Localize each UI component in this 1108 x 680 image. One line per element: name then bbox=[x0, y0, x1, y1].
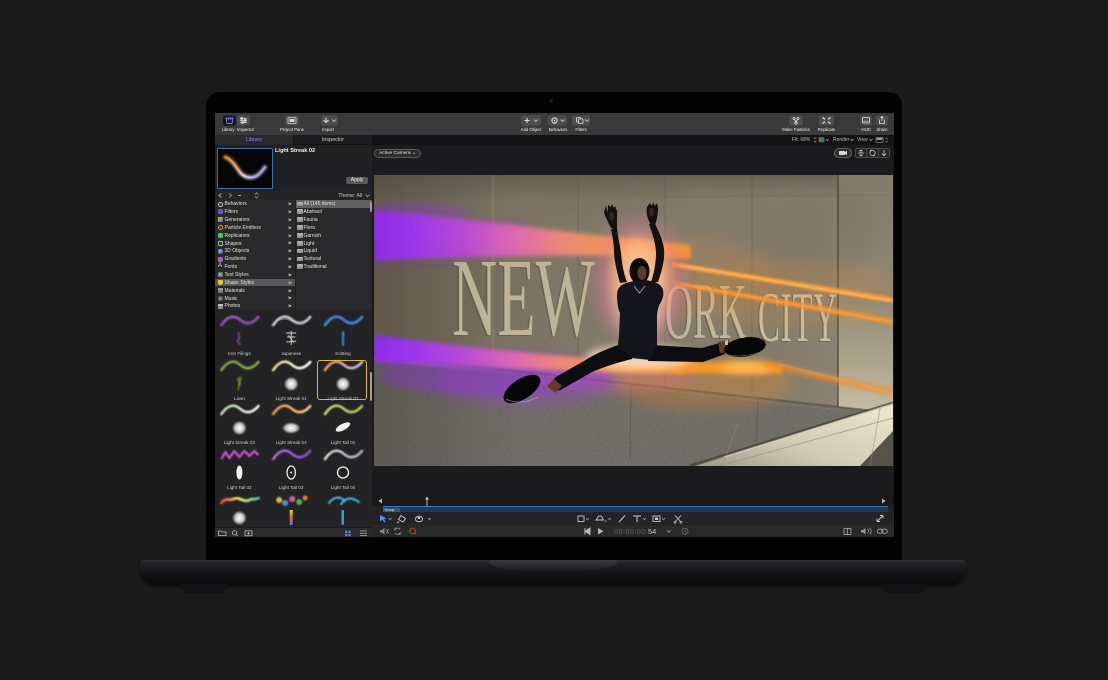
svg-text:54: 54 bbox=[648, 527, 656, 536]
svg-text:00:00:00: 00:00:00 bbox=[614, 527, 646, 536]
